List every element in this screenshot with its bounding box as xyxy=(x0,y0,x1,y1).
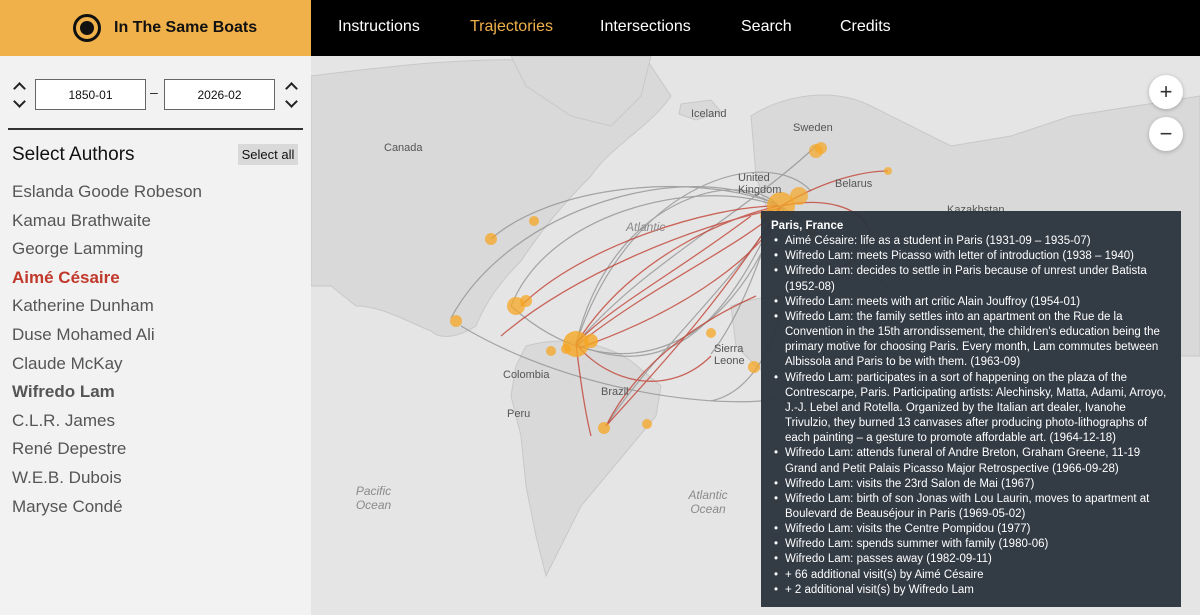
author-item[interactable]: Claude McKay xyxy=(12,354,202,383)
map-marker xyxy=(529,216,539,226)
label-canada: Canada xyxy=(384,142,423,154)
tooltip-entry: Wifredo Lam: visits the Centre Pompidou … xyxy=(771,522,1171,537)
author-item[interactable]: Duse Mohamed Ali xyxy=(12,325,202,354)
tooltip-entry: Wifredo Lam: spends summer with family (… xyxy=(771,537,1171,552)
map-marker xyxy=(561,344,571,354)
tooltip-entry: Wifredo Lam: birth of son Jonas with Lou… xyxy=(771,492,1171,522)
label-sierra-leone: Sierra Leone xyxy=(714,343,745,367)
start-date-input[interactable] xyxy=(35,79,146,110)
label-united-kingdom: United Kingdom xyxy=(738,172,782,196)
author-item[interactable]: Kamau Brathwaite xyxy=(12,211,202,240)
map-marker xyxy=(884,167,892,175)
tooltip-entry: Wifredo Lam: meets Picasso with letter o… xyxy=(771,249,1171,264)
tooltip-entry: Wifredo Lam: passes away (1982-09-11) xyxy=(771,552,1171,567)
map-marker xyxy=(642,419,652,429)
label-belarus: Belarus xyxy=(835,178,873,190)
author-list: Eslanda Goode Robeson Kamau Brathwaite G… xyxy=(12,182,202,525)
tooltip-entry: Wifredo Lam: meets with art critic Alain… xyxy=(771,295,1171,310)
chevron-down-icon[interactable] xyxy=(12,95,26,108)
logo-icon[interactable] xyxy=(73,14,101,42)
tooltip-entry: Wifredo Lam: the family settles into an … xyxy=(771,310,1171,371)
author-item[interactable]: C.L.R. James xyxy=(12,411,202,440)
divider xyxy=(8,128,303,130)
map-marker xyxy=(706,328,716,338)
author-item[interactable]: George Lamming xyxy=(12,239,202,268)
nav-search[interactable]: Search xyxy=(741,18,792,36)
tooltip-entry: Wifredo Lam: participates in a sort of h… xyxy=(771,371,1171,447)
end-date-stepper[interactable] xyxy=(284,80,298,110)
tooltip-entries: Aimé Césaire: life as a student in Paris… xyxy=(771,234,1171,598)
logo-dot xyxy=(80,21,94,35)
start-date-stepper[interactable] xyxy=(12,80,26,110)
map-marker xyxy=(815,142,827,154)
label-brazil: Brazil xyxy=(601,386,629,398)
tooltip-entry: + 2 additional visit(s) by Wifredo Lam xyxy=(771,583,1171,598)
author-item[interactable]: W.E.B. Dubois xyxy=(12,468,202,497)
zoom-out-button[interactable]: − xyxy=(1149,117,1183,151)
tooltip-entry: + 66 additional visit(s) by Aimé Césaire xyxy=(771,568,1171,583)
select-authors-heading: Select Authors xyxy=(12,144,135,165)
label-pacific-ocean: Pacific Ocean xyxy=(355,484,392,512)
label-atlantic-north: Atlantic xyxy=(626,220,666,234)
nav-credits[interactable]: Credits xyxy=(840,18,891,36)
author-item[interactable]: Maryse Condé xyxy=(12,497,202,526)
label-peru: Peru xyxy=(507,408,531,420)
route-arc xyxy=(575,215,752,345)
map-marker xyxy=(584,334,598,348)
author-item-selected[interactable]: Aimé Césaire xyxy=(12,268,202,297)
map-marker xyxy=(485,233,497,245)
end-date-input[interactable] xyxy=(164,79,275,110)
map-marker xyxy=(598,422,610,434)
chevron-down-icon[interactable] xyxy=(284,95,298,108)
label-colombia: Colombia xyxy=(503,369,550,381)
author-item[interactable]: René Depestre xyxy=(12,439,202,468)
sidebar: – Select Authors Select all Eslanda Good… xyxy=(0,56,311,615)
tooltip-entry: Wifredo Lam: attends funeral of Andre Br… xyxy=(771,446,1171,476)
tooltip-entry: Wifredo Lam: visits the 23rd Salon de Ma… xyxy=(771,477,1171,492)
label-iceland: Iceland xyxy=(691,108,727,120)
location-tooltip: Paris, France Aimé Césaire: life as a st… xyxy=(761,211,1181,607)
author-item[interactable]: Katherine Dunham xyxy=(12,296,202,325)
select-all-button[interactable]: Select all xyxy=(238,144,298,165)
date-range-separator: – xyxy=(150,84,158,100)
tooltip-entry: Wifredo Lam: decides to settle in Paris … xyxy=(771,264,1171,294)
chevron-up-icon[interactable] xyxy=(284,82,298,95)
author-item-selected[interactable]: Wifredo Lam xyxy=(12,382,202,411)
tooltip-entry: Aimé Césaire: life as a student in Paris… xyxy=(771,234,1171,249)
map-marker xyxy=(520,295,532,307)
nav-intersections[interactable]: Intersections xyxy=(600,18,691,36)
zoom-in-button[interactable]: + xyxy=(1149,75,1183,109)
label-atlantic-ocean: Atlantic Ocean xyxy=(688,488,728,516)
app-title[interactable]: In The Same Boats xyxy=(114,19,257,37)
chevron-up-icon[interactable] xyxy=(12,82,26,95)
map-marker xyxy=(546,346,556,356)
label-sweden: Sweden xyxy=(793,122,833,134)
nav-instructions[interactable]: Instructions xyxy=(338,18,420,36)
map-marker xyxy=(450,315,462,327)
nav-trajectories[interactable]: Trajectories xyxy=(470,18,553,36)
tooltip-title: Paris, France xyxy=(771,220,844,232)
brand-bar: In The Same Boats xyxy=(0,0,311,56)
author-item[interactable]: Eslanda Goode Robeson xyxy=(12,182,202,211)
top-navigation: Instructions Trajectories Intersections … xyxy=(311,0,1200,56)
